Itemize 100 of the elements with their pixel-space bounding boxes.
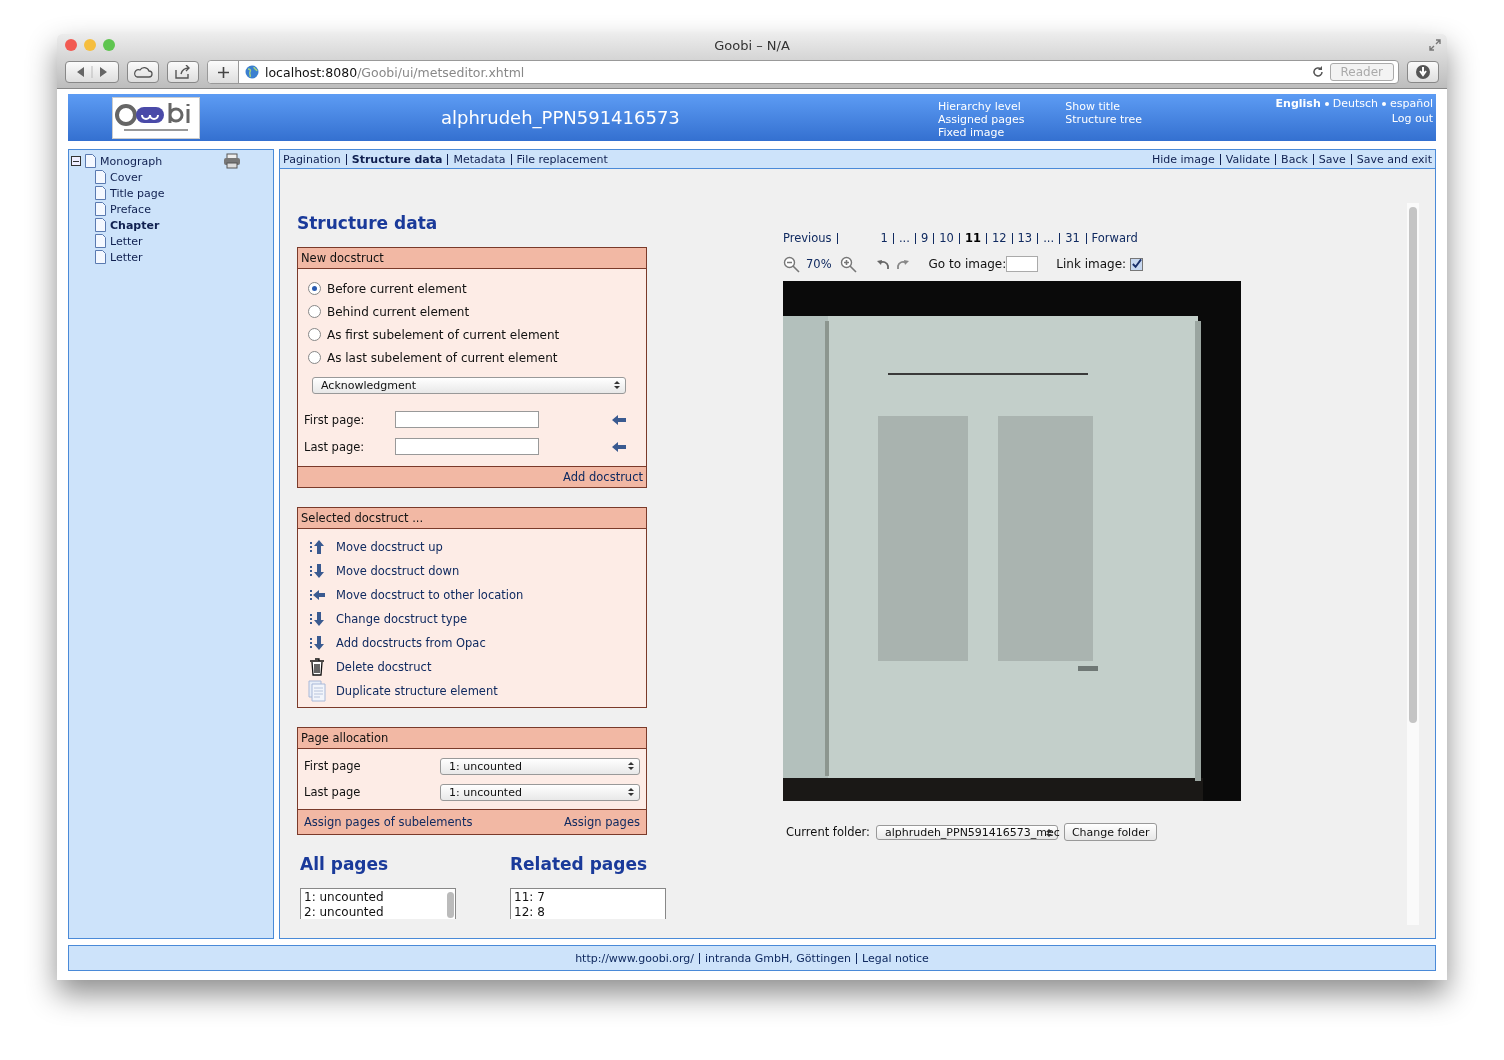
tree-item[interactable]: Monograph <box>100 154 163 168</box>
action-link[interactable]: Delete docstruct <box>336 660 432 674</box>
tree-item[interactable]: Title page <box>110 186 165 200</box>
input-field[interactable] <box>395 411 539 428</box>
input-field[interactable] <box>1006 256 1039 272</box>
page-link[interactable]: 10 <box>933 233 959 244</box>
checkbox[interactable] <box>1130 257 1144 271</box>
footer-link[interactable]: http://www.goobi.org/ <box>570 952 700 964</box>
back-forward-buttons[interactable] <box>65 61 119 83</box>
toolbar-link[interactable]: Validate <box>1219 153 1276 165</box>
page-link[interactable]: 31 <box>1059 233 1085 244</box>
action-link[interactable]: Move docstruct down <box>336 564 460 578</box>
tab[interactable]: File replacement <box>510 153 608 165</box>
downloads-button[interactable] <box>1407 61 1439 83</box>
action-link[interactable]: Change docstruct type <box>336 612 468 626</box>
rotate-left-icon[interactable] <box>876 258 890 270</box>
window-title: Goobi – N/A <box>714 37 790 53</box>
page-link[interactable]: 1 <box>875 233 893 244</box>
add-docstruct-link[interactable]: Add docstruct <box>563 470 643 484</box>
document-copy-icon <box>308 680 326 702</box>
footer-link[interactable]: Legal notice <box>855 952 934 964</box>
trash-icon <box>308 658 326 676</box>
tree-item[interactable]: Cover <box>110 170 143 184</box>
type-select[interactable]: Acknowledgment <box>312 377 626 394</box>
share-button[interactable] <box>167 61 199 83</box>
collapse-toggle[interactable] <box>71 156 81 166</box>
header-link[interactable]: Structure tree <box>1065 113 1178 126</box>
zoom-in-icon[interactable] <box>839 255 857 273</box>
rotate-right-icon[interactable] <box>895 258 909 270</box>
radio-label: As first subelement of current element <box>327 327 560 342</box>
field-label: First page: <box>304 412 366 427</box>
action-link[interactable]: Move docstruct up <box>336 540 443 554</box>
tree-item[interactable]: Letter <box>110 250 143 264</box>
toolbar-link[interactable]: Back <box>1275 153 1313 165</box>
cloud-button[interactable] <box>127 61 159 83</box>
action-link[interactable]: Move docstruct to other location <box>336 588 524 602</box>
header-link[interactable]: Fixed image <box>938 126 1061 139</box>
printer-icon[interactable] <box>223 153 241 169</box>
field-label: Last page: <box>304 439 366 454</box>
list-heading: Related pages <box>510 854 649 874</box>
up-arrow-icon <box>308 539 326 555</box>
down-arrow-icon <box>308 563 326 579</box>
page-link[interactable]: ... <box>1037 233 1060 244</box>
panel-title: Selected docstruct ... <box>298 508 646 529</box>
previous-link[interactable]: Previous <box>783 233 838 244</box>
input-field[interactable] <box>395 438 539 455</box>
left-arrow-icon[interactable] <box>612 441 626 452</box>
address-field[interactable]: localhost:8080/Goobi/ui/metseditor.xhtml <box>265 64 1306 80</box>
page-link[interactable]: 11 <box>958 233 986 244</box>
fullscreen-icon[interactable] <box>1429 39 1441 51</box>
toolbar-link[interactable]: Save <box>1312 153 1351 165</box>
radio-button[interactable] <box>308 351 321 364</box>
list-item[interactable]: 2: uncounted <box>304 905 442 919</box>
list-heading: All pages <box>300 854 390 874</box>
header-link[interactable]: Assigned pages <box>938 113 1061 126</box>
change-folder-button[interactable]: Change folder <box>1063 823 1158 841</box>
document-icon <box>95 170 106 184</box>
list-item[interactable]: 11: 7 <box>514 890 652 905</box>
page-link[interactable]: ... <box>892 233 915 244</box>
tree-item[interactable]: Letter <box>110 234 143 248</box>
radio-button[interactable] <box>308 305 321 318</box>
radio-label: Behind current element <box>327 304 470 319</box>
page-link[interactable]: 12 <box>985 233 1012 244</box>
folder-select[interactable]: alphrudeh_PPN591416573_mec <box>875 824 1058 840</box>
logout-link[interactable]: Log out <box>1391 112 1433 125</box>
list-item[interactable]: 1: uncounted <box>304 890 442 905</box>
down-arrow-icon <box>308 611 326 627</box>
page-link[interactable]: 13 <box>1011 233 1038 244</box>
assign-subelements-link[interactable]: Assign pages of subelements <box>304 815 473 829</box>
page-select[interactable]: 1: uncounted <box>440 757 640 775</box>
footer-link[interactable]: intranda GmbH, Göttingen <box>699 952 856 964</box>
page-select[interactable]: 1: uncounted <box>440 783 640 801</box>
list-item[interactable]: 12: 8 <box>514 905 652 919</box>
radio-button[interactable] <box>308 282 321 295</box>
assign-pages-link[interactable]: Assign pages <box>564 815 640 829</box>
left-arrow-icon[interactable] <box>612 414 626 425</box>
tree-item[interactable]: Chapter <box>110 218 160 232</box>
radio-button[interactable] <box>308 328 321 341</box>
link-image-label: Link image: <box>1056 257 1127 271</box>
close-button[interactable] <box>65 39 77 51</box>
field-label: Last page <box>304 785 362 799</box>
tree-item[interactable]: Preface <box>110 202 151 216</box>
left-arrow-icon <box>308 587 326 603</box>
go-to-image-label: Go to image: <box>928 257 1007 271</box>
document-icon <box>95 186 106 200</box>
reload-icon[interactable] <box>1311 66 1324 78</box>
radio-label: Before current element <box>327 281 467 296</box>
tab[interactable]: Pagination <box>283 153 346 165</box>
toolbar-link[interactable]: Save and exit <box>1350 153 1432 165</box>
tab[interactable]: Metadata <box>447 153 511 165</box>
tab[interactable]: Structure data <box>345 153 448 165</box>
zoom-out-icon[interactable] <box>783 255 800 273</box>
add-tab-button[interactable] <box>208 61 239 83</box>
action-link[interactable]: Add docstructs from Opac <box>336 636 486 650</box>
globe-icon <box>245 65 259 79</box>
toolbar-link[interactable]: Hide image <box>1151 153 1220 165</box>
page-link[interactable]: 9 <box>914 233 934 244</box>
forward-link[interactable]: Forward <box>1085 233 1138 244</box>
action-link[interactable]: Duplicate structure element <box>336 684 498 698</box>
document-icon <box>95 202 106 216</box>
